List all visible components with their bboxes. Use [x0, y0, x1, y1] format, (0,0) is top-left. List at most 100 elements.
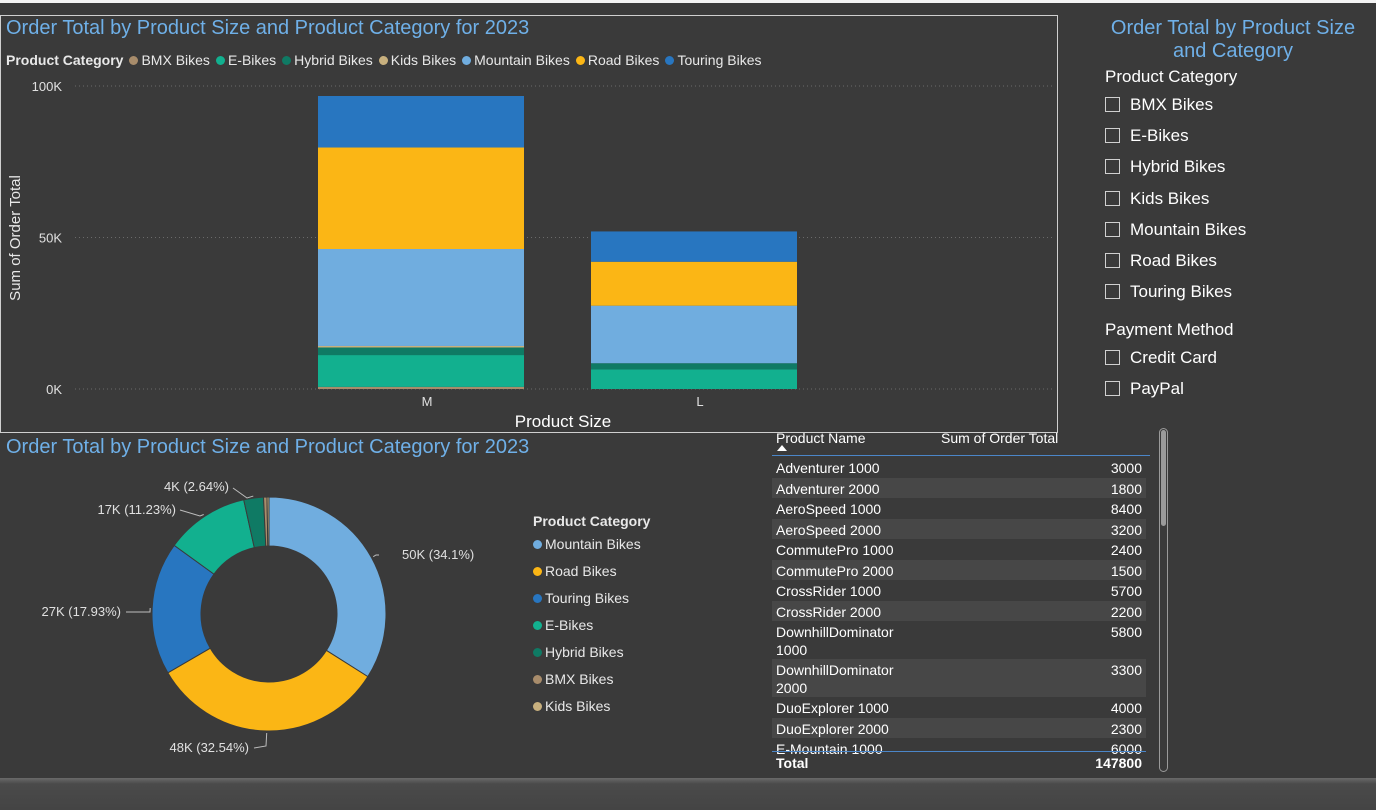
legend-dot-icon: [533, 567, 542, 576]
checkbox-icon[interactable]: [1105, 221, 1120, 237]
checkbox-icon[interactable]: [1105, 253, 1120, 268]
column-header-product-name[interactable]: Product Name: [776, 430, 865, 446]
table-scrollbar-thumb[interactable]: [1161, 430, 1166, 526]
legend-item-label: Mountain Bikes: [474, 52, 570, 68]
bar-segment[interactable]: [318, 386, 524, 389]
table-row[interactable]: CrossRider 2000 2200: [772, 600, 1146, 621]
bar-segment[interactable]: [318, 249, 524, 346]
donut-legend-item[interactable]: Mountain Bikes: [533, 536, 641, 552]
slicer-option-category[interactable]: Mountain Bikes: [1105, 220, 1246, 240]
leader-line: [373, 554, 379, 558]
legend-dot-icon: [462, 56, 472, 65]
sort-ascending-icon[interactable]: [777, 445, 787, 451]
donut-legend-label: Hybrid Bikes: [545, 644, 624, 660]
donut-legend-label: Road Bikes: [545, 563, 617, 579]
slicer-option-category[interactable]: Touring Bikes: [1105, 282, 1232, 302]
slicer-option-payment[interactable]: PayPal: [1105, 379, 1184, 399]
bar-segment[interactable]: [318, 95, 524, 148]
checkbox-icon[interactable]: [1105, 128, 1120, 144]
bar-segment[interactable]: [591, 363, 797, 370]
cell-product-name: CrossRider 2000: [776, 603, 882, 620]
legend-item[interactable]: E-Bikes: [215, 52, 277, 68]
checkbox-icon[interactable]: [1105, 190, 1120, 206]
donut-slice[interactable]: [268, 496, 387, 678]
slicer-title-line2: and Category: [1172, 40, 1294, 62]
donut-legend-item[interactable]: E-Bikes: [533, 617, 593, 633]
slicer-option-category[interactable]: E-Bikes: [1105, 126, 1189, 146]
slicer-option-category[interactable]: BMX Bikes: [1105, 95, 1213, 115]
total-value: 147800: [1095, 755, 1142, 771]
slicer-title-line1: Order Total by Product Size: [1110, 17, 1356, 39]
legend-item-label: E-Bikes: [227, 52, 277, 68]
bar-segment[interactable]: [318, 347, 524, 356]
top-border: [0, 0, 1376, 3]
table-row[interactable]: Adventurer 2000 1800: [772, 477, 1146, 498]
table-row[interactable]: DownhillDominator 2000 3300: [772, 659, 1146, 697]
donut-legend-label: BMX Bikes: [545, 671, 614, 687]
table-row[interactable]: DuoExplorer 1000 4000: [772, 697, 1146, 718]
legend-item[interactable]: Road Bikes: [575, 52, 659, 68]
checkbox-icon[interactable]: [1105, 159, 1120, 175]
checkbox-icon[interactable]: [1105, 350, 1120, 365]
cell-order-total: 3000: [1110, 460, 1142, 476]
table-row[interactable]: DuoExplorer 2000 2300: [772, 717, 1146, 738]
bar-segment[interactable]: [591, 369, 797, 389]
donut-legend-item[interactable]: Hybrid Bikes: [533, 644, 624, 660]
bar-segment[interactable]: [591, 305, 797, 364]
table-row[interactable]: CrossRider 1000 5700: [772, 580, 1146, 601]
bar-segment[interactable]: [591, 261, 797, 306]
donut-slice[interactable]: [266, 496, 270, 547]
cell-product-name: CommutePro 1000: [776, 542, 894, 558]
donut-legend-item[interactable]: BMX Bikes: [533, 671, 613, 687]
total-label: Total: [776, 755, 809, 771]
category-slicer-header: Product Category: [1105, 67, 1238, 86]
table-row[interactable]: CommutePro 1000 2400: [772, 539, 1146, 560]
column-header-order-total[interactable]: Sum of Order Total: [941, 430, 1058, 446]
legend-dot-icon: [533, 594, 542, 603]
bar-chart-legend[interactable]: Product Category BMX Bikes E-Bikes Hybrid B…: [6, 52, 767, 68]
legend-dot-icon: [282, 56, 292, 65]
bar-segment[interactable]: [591, 231, 797, 262]
bar-segment[interactable]: [318, 345, 524, 348]
donut-data-label: 4K (2.64%): [164, 479, 229, 494]
legend-item-label: Kids Bikes: [390, 52, 457, 68]
bar-segment[interactable]: [318, 147, 524, 250]
slicer-option-payment[interactable]: Credit Card: [1105, 348, 1217, 368]
donut-data-label: 48K (32.54%): [170, 740, 250, 755]
donut-legend-item[interactable]: Touring Bikes: [533, 590, 629, 606]
cell-order-total: 2200: [1110, 603, 1142, 620]
table-row[interactable]: AeroSpeed 1000 8400: [772, 498, 1146, 519]
checkbox-icon[interactable]: [1105, 381, 1120, 396]
legend-item-label: Touring Bikes: [677, 52, 762, 68]
slicer-option-category[interactable]: Road Bikes: [1105, 251, 1217, 271]
leader-line: [232, 487, 254, 499]
slicer-option-category[interactable]: Kids Bikes: [1105, 189, 1209, 209]
legend-item[interactable]: BMX Bikes: [129, 52, 210, 68]
table-row[interactable]: CommutePro 2000 1500: [772, 559, 1146, 580]
cell-product-name: CommutePro 2000: [776, 562, 894, 579]
checkbox-icon[interactable]: [1105, 284, 1120, 300]
cell-order-total: 4000: [1110, 700, 1142, 716]
donut-legend-label: Kids Bikes: [545, 698, 611, 714]
legend-item[interactable]: Kids Bikes: [378, 52, 457, 68]
checkbox-icon[interactable]: [1105, 97, 1120, 112]
bar-chart-title: Order Total by Product Size and Product …: [6, 17, 530, 39]
bar-segment[interactable]: [318, 355, 524, 387]
legend-item[interactable]: Mountain Bikes: [462, 52, 570, 68]
slicer-option-label: Credit Card: [1130, 348, 1217, 367]
donut-legend-item[interactable]: Road Bikes: [533, 563, 617, 579]
table-row[interactable]: AeroSpeed 2000 3200: [772, 518, 1146, 539]
legend-item[interactable]: Touring Bikes: [665, 52, 761, 68]
donut-data-label: 17K (11.23%): [97, 502, 176, 517]
y-tick-label: 50K: [39, 231, 62, 246]
donut-legend-item[interactable]: Kids Bikes: [533, 698, 610, 714]
table-row[interactable]: Adventurer 1000 3000: [772, 457, 1146, 478]
table-row[interactable]: DownhillDominator 1000 5800: [772, 621, 1146, 659]
payment-slicer-header: Payment Method: [1105, 320, 1234, 339]
slicer-option-label: Road Bikes: [1130, 251, 1217, 270]
slicer-option-category[interactable]: Hybrid Bikes: [1105, 157, 1225, 177]
slicer-option-label: BMX Bikes: [1130, 95, 1214, 114]
legend-item[interactable]: Hybrid Bikes: [282, 52, 373, 68]
donut-chart-legend[interactable]: Product Category Mountain Bikes Road Bike…: [533, 513, 650, 714]
donut-slice[interactable]: [167, 647, 369, 732]
